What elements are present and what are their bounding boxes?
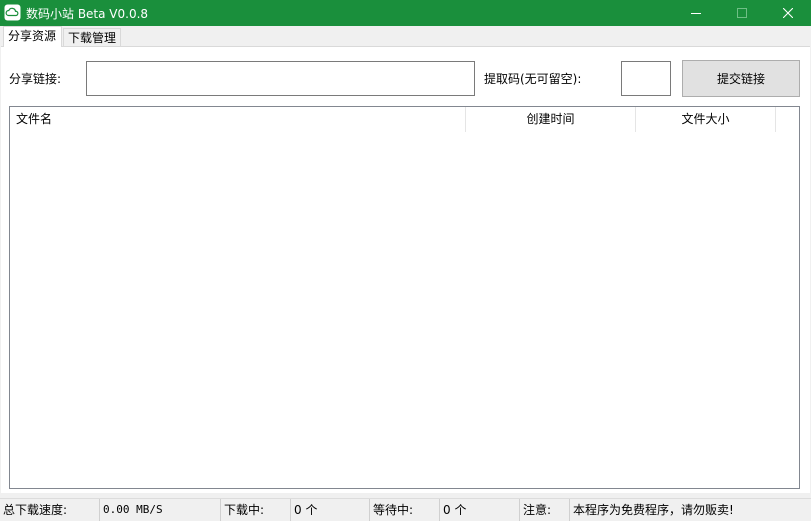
download-speed-value: 0.00 MB/S	[100, 499, 221, 521]
list-header: 文件名 创建时间 文件大小	[10, 107, 799, 133]
extract-code-input[interactable]	[621, 61, 671, 96]
title-bar[interactable]: 数码小站 Beta V0.0.8	[0, 0, 811, 26]
column-header-file-size[interactable]: 文件大小	[636, 107, 776, 132]
maximize-button[interactable]	[719, 0, 765, 26]
maximize-icon	[737, 8, 747, 18]
minimize-button[interactable]	[673, 0, 719, 26]
close-button[interactable]	[765, 0, 811, 26]
tab-share-resources[interactable]: 分享资源	[3, 26, 62, 47]
submit-link-button[interactable]: 提交链接	[682, 60, 800, 97]
share-link-label: 分享链接:	[9, 72, 62, 86]
download-speed-label: 总下载速度:	[0, 499, 100, 521]
file-list[interactable]: 文件名 创建时间 文件大小	[9, 106, 800, 489]
downloading-value: 0 个	[291, 499, 370, 521]
tab-strip: 分享资源 下载管理	[0, 26, 811, 47]
minimize-icon	[691, 13, 701, 14]
window-title: 数码小站 Beta V0.0.8	[26, 7, 149, 21]
tab-download-manager[interactable]: 下载管理	[63, 28, 121, 47]
waiting-label: 等待中:	[370, 499, 440, 521]
notice-value: 本程序为免费程序，请勿贩卖!	[573, 503, 734, 517]
downloading-label: 下载中:	[221, 499, 291, 521]
close-icon	[783, 8, 793, 18]
notice-label: 注意:	[520, 499, 570, 521]
cloud-icon	[4, 4, 21, 21]
column-header-created-time[interactable]: 创建时间	[466, 107, 636, 132]
column-header-filename[interactable]: 文件名	[10, 107, 466, 132]
share-link-input[interactable]	[86, 61, 475, 96]
extract-code-label: 提取码(无可留空):	[484, 72, 582, 86]
waiting-value: 0 个	[440, 499, 520, 521]
status-bar: 总下载速度: 0.00 MB/S 下载中: 0 个 等待中: 0 个 注意: 本…	[0, 498, 811, 521]
